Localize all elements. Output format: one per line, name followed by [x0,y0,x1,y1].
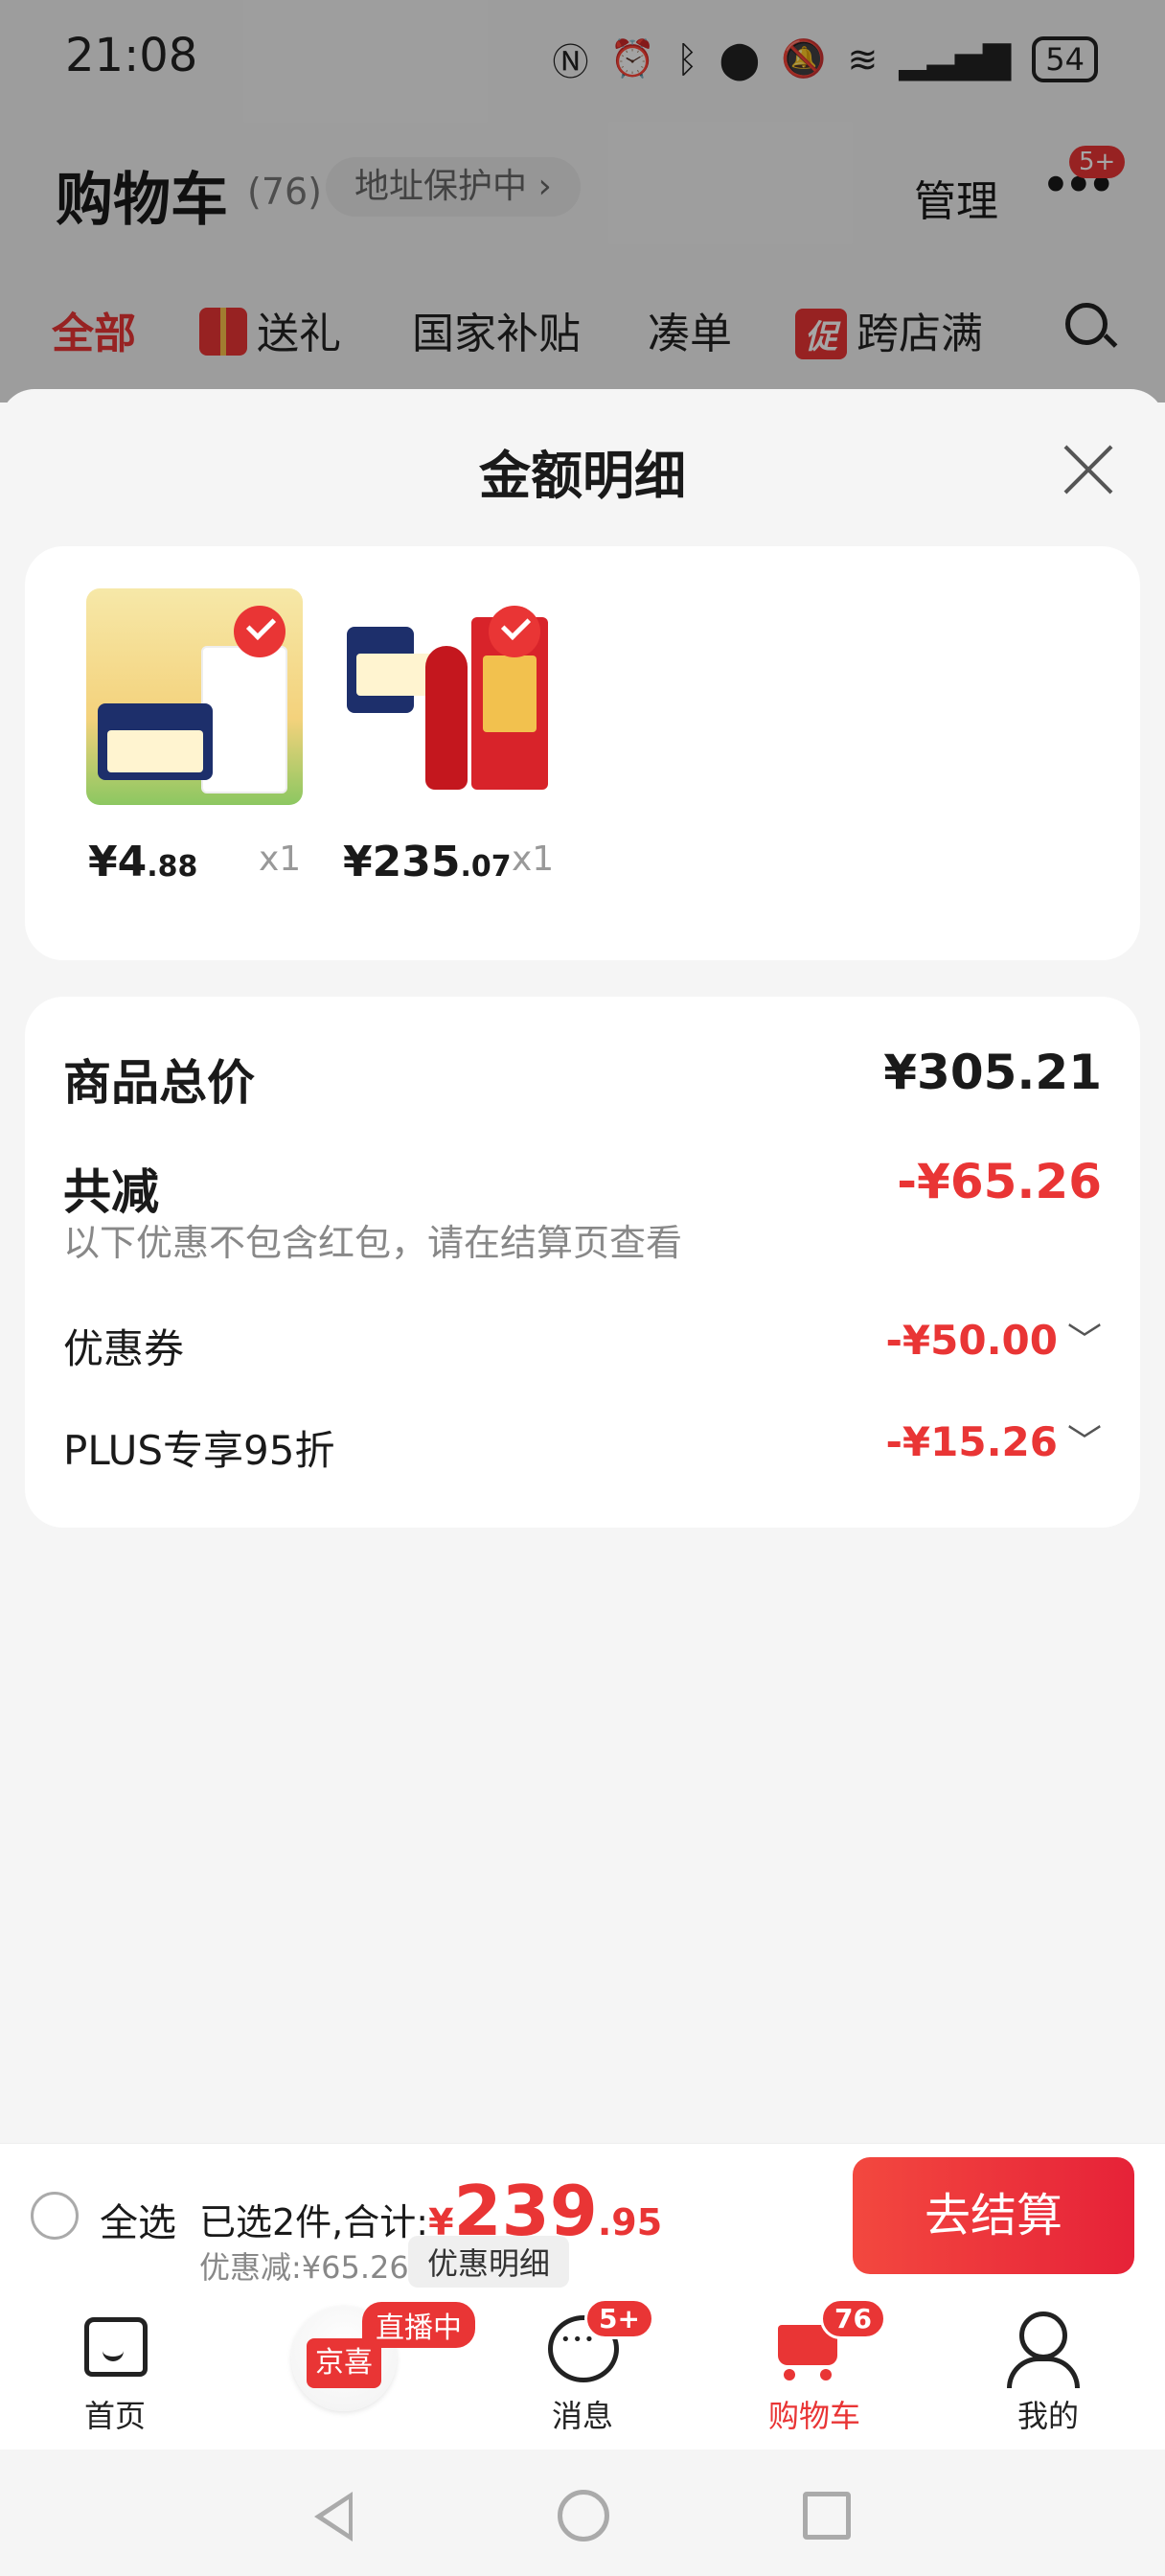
product-item[interactable] [86,588,307,805]
product-tube-image [201,646,287,794]
check-icon [234,606,286,657]
checkout-bar: 全选 已选2件,合计:¥239.95 优惠减:¥65.26 优惠明细 去结算 [0,2143,1165,2297]
reduction-label: 共减 [63,1164,159,1220]
tab-messages-label: 消息 [551,2398,613,2434]
price-decimal: .07 [460,850,512,884]
plus-discount-value: -¥15.26 [885,1418,1058,1465]
cart-badge: 76 [820,2298,886,2339]
selected-text: 已选2件,合计: [199,2201,429,2243]
back-icon[interactable] [314,2492,353,2542]
tab-home-label: 首页 [83,2398,146,2434]
tab-cart-label: 购物车 [767,2398,860,2434]
reduction-value: -¥65.26 [897,1154,1102,1209]
total-price-row: 商品总价 ¥305.21 [63,1045,1102,1114]
modal-overlay[interactable] [0,0,1165,402]
total-price-label: 商品总价 [63,1055,255,1111]
checkout-button[interactable]: 去结算 [853,2157,1134,2274]
chevron-down-icon[interactable]: ﹀ [1067,1313,1102,1363]
product-thumbnail [86,588,303,805]
coupon-row[interactable]: 优惠券 -¥50.00 ﹀ [63,1317,1102,1375]
chevron-down-icon[interactable]: ﹀ [1067,1414,1102,1464]
product-qty: x1 [259,840,302,879]
tab-me-label: 我的 [1017,2398,1079,2434]
cart-page-background: 21:08 Ⓝ ⏰ ᛒ ⬤ 🔕 ≋ ▂▃▅▇ 54 购物车 (76) 地址保护中… [0,0,1165,402]
product-bottle-image [425,646,468,790]
select-all-label[interactable]: 全选 [100,2192,176,2247]
product-qty: x1 [512,840,555,879]
price-integer: ¥4 [88,838,148,886]
total-price-value: ¥305.21 [883,1045,1102,1100]
select-all-radio[interactable] [31,2192,79,2240]
global-purchase-tag [347,627,452,713]
global-purchase-tag [98,703,213,780]
coupon-value: -¥50.00 [885,1317,1058,1364]
recent-apps-icon[interactable] [803,2492,851,2540]
plus-discount-row[interactable]: PLUS专享95折 -¥15.26 ﹀ [63,1418,1102,1477]
amount-detail-sheet: 金额明细 ¥4.88 x1 ¥235.07 x1 商品总价 ¥305.21 共减… [0,389,1165,2143]
product-price: ¥235.07 [343,838,512,886]
home-button-icon[interactable] [558,2490,609,2542]
tab-messages[interactable]: 5+ 消息 [487,2296,678,2450]
live-badge: 直播中 [362,2302,475,2348]
system-navigation-bar [0,2450,1165,2576]
close-icon[interactable] [1060,441,1117,498]
price-decimal: .88 [147,850,198,884]
product-item[interactable] [341,588,561,805]
price-integer: ¥235 [343,838,461,886]
tab-me[interactable]: 我的 [952,2296,1144,2450]
price-summary-card: 商品总价 ¥305.21 共减 -¥65.26 以下优惠不包含红包，请在结算页查… [25,997,1140,1528]
product-price: ¥4.88 [88,838,197,886]
messages-badge: 5+ [584,2298,654,2339]
plus-discount-label: PLUS专享95折 [63,1427,335,1474]
selected-products-card: ¥4.88 x1 ¥235.07 x1 [25,546,1140,960]
tab-home[interactable]: 首页 [19,2296,211,2450]
home-icon [84,2317,148,2377]
discount-detail-button[interactable]: 优惠明细 [408,2236,570,2288]
user-icon [1007,2312,1080,2388]
discount-text: 优惠减:¥65.26 [199,2249,409,2286]
reduction-note: 以下优惠不包含红包，请在结算页查看 [63,1222,683,1264]
tab-cart[interactable]: 76 购物车 [719,2296,910,2450]
sheet-title: 金额明细 [479,446,686,506]
product-thumbnail [341,588,558,805]
total-decimal: .95 [597,2201,663,2243]
coupon-label: 优惠券 [63,1325,185,1372]
tab-jingxi[interactable]: 京喜 直播中 [197,2296,475,2450]
check-icon [489,606,540,657]
bottom-tab-bar: 首页 京喜 直播中 5+ 消息 76 购物车 我的 [0,2296,1165,2450]
